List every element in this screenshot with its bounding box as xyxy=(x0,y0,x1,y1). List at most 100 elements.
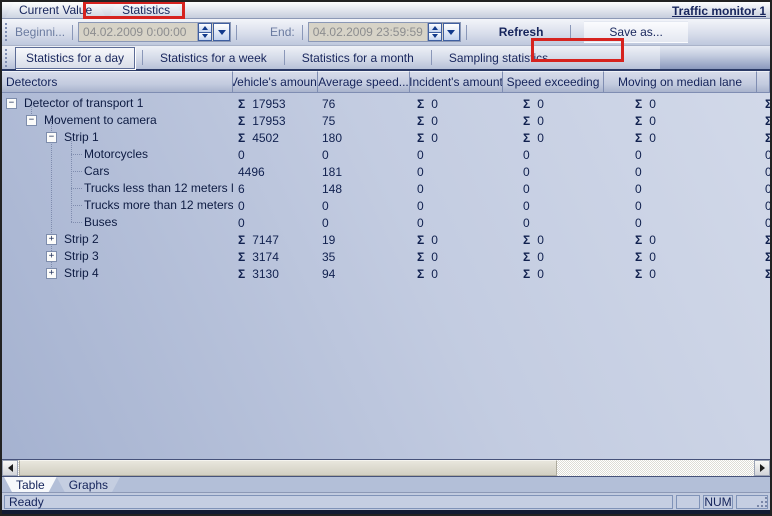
row-label-cell: + Strip 4 xyxy=(2,265,233,282)
tab-current-value[interactable]: Current Value xyxy=(5,2,106,18)
end-label: End: xyxy=(270,25,295,39)
table-row[interactable]: Trucks more than 12 meters lo000000 xyxy=(2,197,770,214)
table-row[interactable]: Cars44961810000 xyxy=(2,163,770,180)
sigma-icon: Σ xyxy=(765,250,770,264)
tab-statistics-label: Statistics xyxy=(122,3,170,17)
scrollbar-thumb[interactable] xyxy=(19,460,557,476)
save-as-button[interactable]: Save as... xyxy=(584,21,687,43)
status-bar: Ready NUM xyxy=(2,493,770,510)
stat-tab-week[interactable]: Statistics for a week xyxy=(150,48,277,68)
resize-grip-icon xyxy=(756,497,765,506)
stat-tab-sampling[interactable]: Sampling statistics xyxy=(439,48,558,68)
horizontal-scrollbar[interactable] xyxy=(2,460,770,477)
cell-value: 76 xyxy=(318,95,410,112)
sigma-icon: Σ xyxy=(523,97,530,111)
sigma-icon: Σ xyxy=(417,97,424,111)
table-row[interactable]: +Strip 2Σ714719Σ0Σ0Σ0Σ0 xyxy=(2,231,770,248)
column-header-0[interactable]: Detectors xyxy=(2,71,233,92)
cell-value: 0 xyxy=(604,214,757,231)
column-header-1[interactable]: Vehicle's amount xyxy=(233,71,318,92)
begin-date-field[interactable]: 04.02.2009 0:00:00 xyxy=(79,23,197,41)
sigma-icon: Σ xyxy=(523,250,530,264)
toolbar-gripper-icon[interactable] xyxy=(5,23,9,41)
spin-down-icon[interactable] xyxy=(198,33,212,42)
separator xyxy=(284,50,285,65)
sigma-icon: Σ xyxy=(417,267,424,281)
toolbar-gripper-icon[interactable] xyxy=(5,49,9,67)
spin-up-icon[interactable] xyxy=(198,23,212,33)
cell-value: Σ0 xyxy=(410,265,503,282)
tree-collapse-icon[interactable]: − xyxy=(26,115,37,126)
table-row[interactable]: Trucks less than 12 meters lor61480000 xyxy=(2,180,770,197)
tree-collapse-icon[interactable]: − xyxy=(6,98,17,109)
cell-value: Σ0 xyxy=(604,112,757,129)
cell-value: Σ0 xyxy=(757,265,770,282)
table-row[interactable]: +Strip 4Σ313094Σ0Σ0Σ0Σ0 xyxy=(2,265,770,282)
tree-table-body: −Detector of transport 1Σ1795376Σ0Σ0Σ0Σ0… xyxy=(2,93,770,282)
sigma-icon: Σ xyxy=(523,267,530,281)
table-row[interactable]: +Strip 3Σ317435Σ0Σ0Σ0Σ0 xyxy=(2,248,770,265)
tab-graphs[interactable]: Graphs xyxy=(57,477,120,492)
cell-value: Σ0 xyxy=(757,112,770,129)
cell-value: Σ0 xyxy=(410,95,503,112)
stat-tab-day[interactable]: Statistics for a day xyxy=(15,47,135,69)
cell-value: Σ3174 xyxy=(233,248,318,265)
column-header-clipped xyxy=(757,71,770,92)
column-header-5[interactable]: Moving on median lane xyxy=(604,71,757,92)
table-header: DetectorsVehicle's amountAverage speed..… xyxy=(2,71,770,93)
tree-collapse-icon[interactable]: − xyxy=(46,132,57,143)
cell-value: 0 xyxy=(757,146,770,163)
row-label: Strip 4 xyxy=(64,266,99,280)
spin-down-icon[interactable] xyxy=(428,33,442,42)
tree-expand-icon[interactable]: + xyxy=(46,268,57,279)
table-row[interactable]: −Strip 1Σ4502180Σ0Σ0Σ0Σ0 xyxy=(2,129,770,146)
status-num-indicator: NUM xyxy=(703,495,733,509)
cell-value: 0 xyxy=(503,197,604,214)
end-date-spinner xyxy=(427,23,442,41)
row-label: Movement to camera xyxy=(44,113,157,127)
refresh-button[interactable]: Refresh xyxy=(486,22,557,42)
cell-value: 0 xyxy=(410,214,503,231)
column-header-3[interactable]: Incident's amount xyxy=(410,71,503,92)
tab-table[interactable]: Table xyxy=(4,477,57,492)
tree-connector xyxy=(71,154,82,155)
cell-value: Σ0 xyxy=(503,265,604,282)
scroll-left-icon[interactable] xyxy=(2,460,18,476)
cell-value: Σ0 xyxy=(410,112,503,129)
end-date-field[interactable]: 04.02.2009 23:59:59 xyxy=(309,23,427,41)
row-label-cell: + Strip 3 xyxy=(2,248,233,265)
cell-value: 0 xyxy=(503,146,604,163)
end-date-control: 04.02.2009 23:59:59 xyxy=(308,22,461,42)
column-header-2[interactable]: Average speed... xyxy=(318,71,410,92)
status-resize-grip[interactable] xyxy=(736,495,768,509)
row-label: Strip 3 xyxy=(64,249,99,263)
cell-value: 75 xyxy=(318,112,410,129)
row-label-cell: −Movement to camera xyxy=(2,112,233,129)
end-date-dropdown-icon[interactable] xyxy=(443,23,460,41)
cell-value: 0 xyxy=(318,197,410,214)
spin-up-icon[interactable] xyxy=(428,23,442,33)
tab-statistics[interactable]: Statistics xyxy=(108,2,184,18)
sigma-icon: Σ xyxy=(238,250,245,264)
cell-value: Σ0 xyxy=(604,248,757,265)
stat-tab-month[interactable]: Statistics for a month xyxy=(292,48,424,68)
sigma-icon: Σ xyxy=(238,267,245,281)
table-row[interactable]: −Detector of transport 1Σ1795376Σ0Σ0Σ0Σ0 xyxy=(2,95,770,112)
begin-date-spinner xyxy=(197,23,212,41)
cell-value: Σ0 xyxy=(410,231,503,248)
tree-expand-icon[interactable]: + xyxy=(46,251,57,262)
table-row[interactable]: Motorcycles000000 xyxy=(2,146,770,163)
separator xyxy=(142,50,143,65)
row-label-cell: Cars xyxy=(2,163,233,180)
tree-expand-icon[interactable]: + xyxy=(46,234,57,245)
sigma-icon: Σ xyxy=(765,114,770,128)
cell-value: 0 xyxy=(604,180,757,197)
cell-value: Σ0 xyxy=(604,95,757,112)
column-header-4[interactable]: Speed exceeding xyxy=(503,71,604,92)
begin-date-dropdown-icon[interactable] xyxy=(213,23,230,41)
table-row[interactable]: Buses000000 xyxy=(2,214,770,231)
table-row[interactable]: −Movement to cameraΣ1795375Σ0Σ0Σ0Σ0 xyxy=(2,112,770,129)
row-label: Motorcycles xyxy=(84,147,148,161)
toolbar-end-cap xyxy=(660,46,770,69)
scroll-right-icon[interactable] xyxy=(754,460,770,476)
